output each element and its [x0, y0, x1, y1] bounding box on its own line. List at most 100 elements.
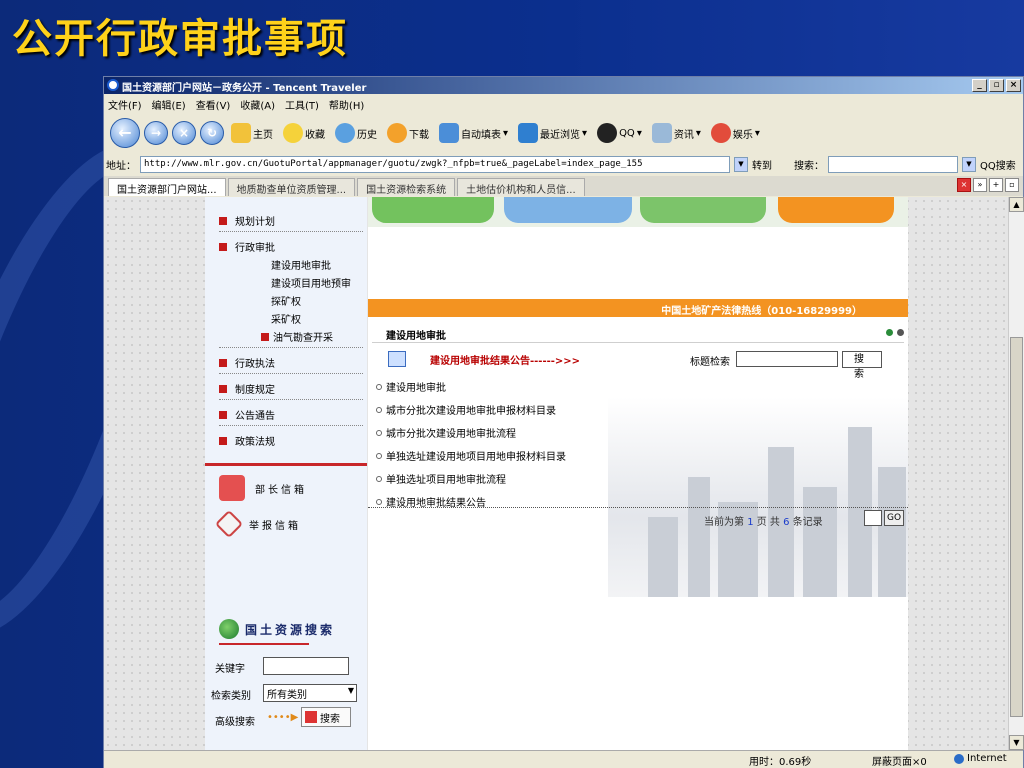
- close-tab-icon[interactable]: ×: [957, 178, 971, 192]
- sidebar-item-planning[interactable]: 规划计划: [219, 213, 275, 228]
- sidebar-sub-exploration[interactable]: 探矿权: [271, 293, 301, 308]
- category-select[interactable]: 所有类别 ▼: [263, 684, 357, 702]
- scroll-thumb[interactable]: [1010, 337, 1023, 717]
- list-item[interactable]: 单独选址建设用地项目用地申报材料目录: [376, 448, 566, 463]
- menu-edit[interactable]: 编辑(E): [152, 97, 186, 112]
- sidebar-search-button[interactable]: 搜索: [301, 707, 351, 727]
- tab-list-icon[interactable]: »: [973, 178, 987, 192]
- menu-file[interactable]: 文件(F): [108, 97, 142, 112]
- entertainment-label: 娱乐: [732, 129, 753, 141]
- banner-tile[interactable]: [504, 197, 632, 223]
- search-input[interactable]: [828, 155, 958, 173]
- city-skyline-image: [608, 397, 908, 597]
- sidebar-item-admin-approval[interactable]: 行政审批: [219, 239, 275, 254]
- bullet-icon: [376, 475, 382, 482]
- tab-geology[interactable]: 地质勘查单位资质管理...: [227, 178, 356, 196]
- menu-tools[interactable]: 工具(T): [285, 97, 319, 112]
- refresh-button[interactable]: ↻: [200, 121, 224, 145]
- scroll-up-icon[interactable]: ▲: [1009, 197, 1024, 212]
- qq-button[interactable]: QQ ▾: [594, 123, 645, 143]
- title-underline: [219, 643, 309, 645]
- autofill-button[interactable]: 自动填表 ▾: [436, 123, 511, 143]
- scroll-down-icon[interactable]: ▼: [1009, 735, 1024, 750]
- bullet-icon: [219, 358, 227, 367]
- bullet-icon: [376, 406, 382, 413]
- globe-icon: [954, 753, 964, 764]
- minister-mailbox-link[interactable]: 部长信箱: [219, 473, 349, 503]
- title-search-button[interactable]: 搜 索: [842, 351, 882, 380]
- tab-menu-icon[interactable]: ▫: [1005, 178, 1019, 192]
- main-panel: 中国土地矿产法律热线（010-16829999） 建设用地审批 建设用地审批结果…: [368, 197, 908, 750]
- search-icon: [305, 711, 317, 723]
- history-button[interactable]: 历史: [332, 123, 380, 143]
- sidebar-sub-land-approval[interactable]: 建设用地审批: [271, 257, 331, 272]
- go-button[interactable]: 转到: [752, 157, 772, 172]
- banner-tile[interactable]: [778, 197, 894, 223]
- category-value: 所有类别: [267, 690, 307, 701]
- divider: [219, 373, 363, 374]
- news-icon: [651, 123, 672, 143]
- menu-view[interactable]: 查看(V): [196, 97, 231, 112]
- vertical-scrollbar[interactable]: ▲ ▼: [1008, 197, 1024, 750]
- page-number-input[interactable]: [864, 510, 882, 526]
- close-button[interactable]: ×: [1006, 79, 1021, 92]
- forward-button[interactable]: →: [144, 121, 168, 145]
- favorites-button[interactable]: 收藏: [280, 123, 328, 143]
- home-button[interactable]: 主页: [228, 123, 276, 143]
- result-notice-link[interactable]: 建设用地审批结果公告------>>>: [430, 352, 580, 367]
- new-tab-icon[interactable]: +: [989, 178, 1003, 192]
- advanced-search-link[interactable]: 高级搜索: [215, 713, 255, 728]
- list-item[interactable]: 城市分批次建设用地审批申报材料目录: [376, 402, 556, 417]
- minimize-button[interactable]: _: [972, 79, 987, 92]
- panel-title: 建设用地审批: [386, 331, 446, 342]
- divider: [219, 425, 363, 426]
- globe-icon: [219, 619, 239, 639]
- entertainment-button[interactable]: 娱乐 ▾: [708, 123, 763, 143]
- sidebar-item-policies[interactable]: 政策法规: [219, 433, 275, 448]
- list-item[interactable]: 单独选址项目用地审批流程: [376, 471, 506, 486]
- banner-tile[interactable]: [640, 197, 766, 223]
- maximize-button[interactable]: ▫: [989, 79, 1004, 92]
- qq-search-button[interactable]: QQ搜索: [980, 157, 1016, 172]
- tab-land-valuation[interactable]: 土地估价机构和人员信...: [457, 178, 585, 196]
- recent-button[interactable]: 最近浏览 ▾: [515, 123, 590, 143]
- sidebar-item-regulations[interactable]: 制度规定: [219, 381, 275, 396]
- recent-icon: [518, 123, 539, 143]
- sidebar-item-label: 政策法规: [235, 437, 275, 448]
- address-dropdown[interactable]: ▼: [734, 156, 748, 172]
- menu-favorites[interactable]: 收藏(A): [240, 97, 275, 112]
- keyword-input[interactable]: [263, 657, 349, 675]
- sidebar-sub-preexam[interactable]: 建设项目用地预审: [271, 275, 351, 290]
- arrow-dots-icon: ••••▶: [267, 712, 299, 723]
- address-label: 地址：: [106, 160, 136, 172]
- tab-search-system[interactable]: 国土资源检索系统: [357, 178, 456, 196]
- browser-app-icon: [107, 79, 119, 91]
- stop-button[interactable]: ×: [172, 121, 196, 145]
- sidebar-item-notices[interactable]: 公告通告: [219, 407, 275, 422]
- back-button[interactable]: ←: [110, 118, 140, 148]
- list-item[interactable]: 建设用地审批: [376, 379, 446, 394]
- title-search-input[interactable]: [736, 351, 838, 367]
- news-button[interactable]: 资讯 ▾: [649, 123, 704, 143]
- title-search-label: 标题检索: [690, 357, 730, 368]
- download-button[interactable]: 下载: [384, 123, 432, 143]
- sidebar-sub-mining[interactable]: 采矿权: [271, 311, 301, 326]
- search-dropdown[interactable]: ▼: [962, 156, 976, 172]
- collapse-icon[interactable]: [886, 329, 893, 336]
- list-item-label: 建设用地审批: [386, 383, 446, 394]
- bullet-icon: [376, 498, 382, 505]
- window-titlebar[interactable]: 国土资源部门户网站－政务公开 - Tencent Traveler _ ▫ ×: [104, 77, 1023, 94]
- banner-tile[interactable]: [372, 197, 494, 223]
- report-mailbox-link[interactable]: 举报信箱: [214, 509, 349, 539]
- pager-text: 当前为第 1 页 共 6 条记录: [704, 513, 823, 528]
- sidebar-item-enforcement[interactable]: 行政执法: [219, 355, 275, 370]
- address-input[interactable]: http://www.mlr.gov.cn/GuotuPortal/appman…: [140, 155, 730, 173]
- sidebar-sub-oil-gas[interactable]: 油气勘查开采: [261, 329, 333, 344]
- news-label: 资讯: [673, 129, 694, 141]
- close-icon[interactable]: [897, 329, 904, 336]
- sidebar-item-label: 制度规定: [235, 385, 275, 396]
- menu-help[interactable]: 帮助(H): [329, 97, 364, 112]
- tab-mlr-portal[interactable]: 国土资源部门户网站...: [108, 178, 226, 196]
- page-go-button[interactable]: GO: [884, 510, 904, 526]
- list-item[interactable]: 城市分批次建设用地审批流程: [376, 425, 516, 440]
